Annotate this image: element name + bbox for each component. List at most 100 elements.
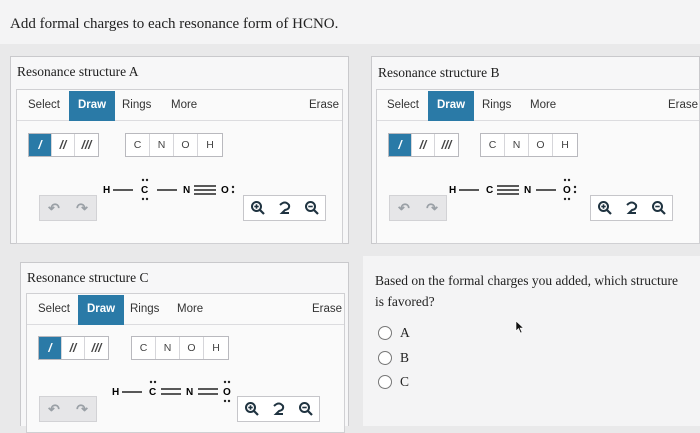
atom-h-button[interactable]: H (553, 134, 577, 156)
quiz-section: Based on the formal charges you added, w… (363, 256, 700, 426)
draw-tool[interactable]: Draw (428, 91, 475, 121)
single-bond-button[interactable]: / (29, 134, 52, 156)
option-label: C (400, 374, 410, 389)
single-bond-button[interactable]: / (389, 134, 412, 156)
rings-tool[interactable]: Rings (122, 99, 151, 111)
atom-n: N (183, 185, 190, 196)
atom-buttons: C N O H (125, 133, 223, 157)
erase-tool[interactable]: Erase (312, 303, 342, 315)
rings-tool[interactable]: Rings (130, 303, 159, 315)
erase-tool[interactable]: Erase (668, 99, 698, 111)
triple-bond-button[interactable]: /// (75, 134, 98, 156)
erase-tool[interactable]: Erase (309, 99, 339, 111)
zoom-buttons (237, 396, 320, 422)
double-bond-button[interactable]: // (412, 134, 435, 156)
radio-button[interactable] (378, 375, 392, 389)
atom-o: O (563, 185, 571, 196)
atom-h: H (449, 185, 456, 196)
select-tool[interactable]: Select (38, 303, 70, 315)
atom-o: O (223, 387, 231, 398)
atom-o-button[interactable]: O (180, 337, 204, 359)
double-bond-button[interactable]: // (52, 134, 75, 156)
more-tool[interactable]: More (171, 99, 197, 111)
reset-zoom-icon[interactable] (618, 196, 645, 220)
more-tool[interactable]: More (530, 99, 556, 111)
radio-button[interactable] (378, 326, 392, 340)
option-label: B (400, 350, 410, 365)
atom-h-button[interactable]: H (204, 337, 228, 359)
drawing-editor[interactable]: Select Draw Rings More Erase / // /// C … (26, 293, 345, 433)
option-label: A (400, 325, 410, 340)
rings-tool[interactable]: Rings (482, 99, 511, 111)
history-buttons: ↶ ↷ (39, 195, 97, 221)
atom-buttons: C N O H (480, 133, 578, 157)
drawing-editor[interactable]: Select Draw Rings More Erase / // /// C … (16, 89, 343, 244)
editor-toolbar: Select Draw Rings More Erase (377, 91, 699, 121)
single-bond-button[interactable]: / (39, 337, 62, 359)
draw-tool[interactable]: Draw (78, 295, 125, 325)
zoom-buttons (590, 195, 673, 221)
atom-h: H (112, 387, 119, 398)
atom-c-button[interactable]: C (132, 337, 156, 359)
zoom-out-icon[interactable] (298, 196, 325, 220)
atom-o: O (221, 185, 229, 196)
bond-buttons: / // /// (38, 336, 109, 360)
zoom-out-icon[interactable] (645, 196, 672, 220)
option-b[interactable]: B (378, 350, 409, 366)
atom-n-button[interactable]: N (505, 134, 529, 156)
redo-icon[interactable]: ↷ (418, 196, 446, 220)
draw-tool[interactable]: Draw (69, 91, 116, 121)
panel-title: Resonance structure C (27, 270, 149, 285)
zoom-in-icon[interactable] (244, 196, 271, 220)
atom-c: C (141, 185, 148, 196)
atom-h: H (103, 185, 110, 196)
question-text: Add formal charges to each resonance for… (0, 0, 700, 44)
zoom-in-icon[interactable] (238, 397, 265, 421)
undo-icon[interactable]: ↶ (40, 397, 68, 421)
zoom-out-icon[interactable] (292, 397, 319, 421)
triple-bond-button[interactable]: /// (85, 337, 108, 359)
panel-structure-c: Resonance structure C Select Draw Rings … (20, 262, 349, 433)
panel-structure-a: Resonance structure A Select Draw Rings … (10, 56, 349, 244)
atom-c-button[interactable]: C (126, 134, 150, 156)
atom-n-button[interactable]: N (150, 134, 174, 156)
zoom-in-icon[interactable] (591, 196, 618, 220)
reset-zoom-icon[interactable] (271, 196, 298, 220)
atom-c-button[interactable]: C (481, 134, 505, 156)
option-a[interactable]: A (378, 325, 410, 341)
redo-icon[interactable]: ↷ (68, 196, 96, 220)
triple-bond-button[interactable]: /// (435, 134, 458, 156)
atom-n: N (524, 185, 531, 196)
atom-n-button[interactable]: N (156, 337, 180, 359)
editor-toolbar: Select Draw Rings More Erase (17, 91, 342, 121)
undo-icon[interactable]: ↶ (390, 196, 418, 220)
double-bond-button[interactable]: // (62, 337, 85, 359)
select-tool[interactable]: Select (28, 99, 60, 111)
atom-o-button[interactable]: O (174, 134, 198, 156)
molecule-structure: H C N O (112, 380, 231, 403)
atom-h-button[interactable]: H (198, 134, 222, 156)
history-buttons: ↶ ↷ (389, 195, 447, 221)
radio-button[interactable] (378, 351, 392, 365)
atom-buttons: C N O H (131, 336, 229, 360)
more-tool[interactable]: More (177, 303, 203, 315)
editor-toolbar: Select Draw Rings More Erase (27, 295, 344, 325)
option-c[interactable]: C (378, 374, 409, 390)
bond-buttons: / // /// (388, 133, 459, 157)
select-tool[interactable]: Select (387, 99, 419, 111)
bond-buttons: / // /// (28, 133, 99, 157)
panel-title: Resonance structure A (17, 64, 139, 79)
atom-n: N (186, 387, 193, 398)
undo-icon[interactable]: ↶ (40, 196, 68, 220)
drawing-editor[interactable]: Select Draw Rings More Erase / // /// C … (376, 89, 700, 244)
panel-structure-b: Resonance structure B Select Draw Rings … (371, 56, 700, 244)
atom-c: C (149, 387, 156, 398)
panel-title: Resonance structure B (378, 65, 500, 80)
reset-zoom-icon[interactable] (265, 397, 292, 421)
quiz-prompt: Based on the formal charges you added, w… (375, 273, 679, 309)
atom-c: C (486, 185, 493, 196)
zoom-buttons (243, 195, 326, 221)
atom-o-button[interactable]: O (529, 134, 553, 156)
redo-icon[interactable]: ↷ (68, 397, 96, 421)
molecule-structure: H C N O (449, 178, 577, 201)
